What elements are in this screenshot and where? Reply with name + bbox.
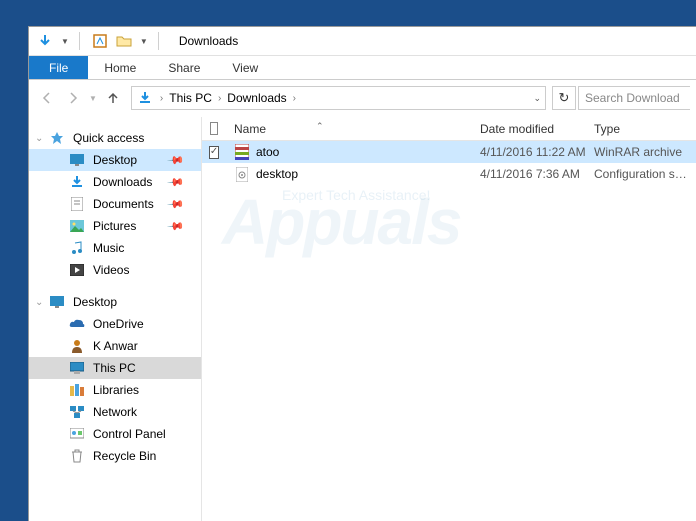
sidebar-item-control-panel[interactable]: Control Panel xyxy=(29,423,201,445)
music-icon xyxy=(69,240,85,256)
breadcrumb-this-pc[interactable]: This PC xyxy=(165,91,216,105)
sidebar-item-videos[interactable]: Videos xyxy=(29,259,201,281)
window-title: Downloads xyxy=(179,34,238,48)
back-button[interactable] xyxy=(35,86,59,110)
ribbon-tabs: File Home Share View xyxy=(29,56,696,80)
sidebar-item-pictures[interactable]: Pictures 📌 xyxy=(29,215,201,237)
sort-indicator-icon: ⌃ xyxy=(316,121,324,132)
sidebar-item-this-pc[interactable]: This PC xyxy=(29,357,201,379)
pin-icon: 📌 xyxy=(167,195,186,214)
address-dropdown-icon[interactable]: ⌄ xyxy=(533,93,541,104)
videos-icon xyxy=(69,262,85,278)
sidebar-item-label: Downloads xyxy=(93,175,152,189)
sidebar-quick-access[interactable]: ⌄ Quick access xyxy=(29,127,201,149)
pin-icon: 📌 xyxy=(167,173,186,192)
recent-locations-icon[interactable]: ▼ xyxy=(89,94,97,103)
chevron-right-icon[interactable]: › xyxy=(158,93,165,104)
properties-icon[interactable] xyxy=(90,31,110,51)
forward-button[interactable] xyxy=(61,86,85,110)
tab-view[interactable]: View xyxy=(216,56,274,79)
column-date[interactable]: Date modified xyxy=(472,122,586,136)
tab-home[interactable]: Home xyxy=(88,56,152,79)
sidebar-item-music[interactable]: Music xyxy=(29,237,201,259)
sidebar-item-label: Libraries xyxy=(93,383,139,397)
sidebar-item-user[interactable]: K Anwar xyxy=(29,335,201,357)
desktop-icon xyxy=(69,152,85,168)
network-icon xyxy=(69,404,85,420)
documents-icon xyxy=(69,196,85,212)
qat-dropdown-icon[interactable]: ▼ xyxy=(61,37,69,46)
tab-share[interactable]: Share xyxy=(152,56,216,79)
qat-customize-icon[interactable]: ▼ xyxy=(140,37,148,46)
refresh-button[interactable]: ↻ xyxy=(552,86,576,110)
sidebar-item-downloads[interactable]: Downloads 📌 xyxy=(29,171,201,193)
sidebar-item-documents[interactable]: Documents 📌 xyxy=(29,193,201,215)
downloads-icon xyxy=(69,174,85,190)
rar-archive-icon xyxy=(234,144,250,160)
sidebar-item-label: Desktop xyxy=(73,295,117,309)
sidebar-item-label: K Anwar xyxy=(93,339,138,353)
navigation-bar: ▼ › This PC › Downloads › ⌄ ↻ Search Dow… xyxy=(29,80,696,116)
sidebar-item-network[interactable]: Network xyxy=(29,401,201,423)
sidebar-item-label: Desktop xyxy=(93,153,137,167)
sidebar-item-libraries[interactable]: Libraries xyxy=(29,379,201,401)
watermark: Expert Tech Assistance!Appuals xyxy=(222,187,460,259)
file-name: atoo xyxy=(256,145,279,159)
tab-file[interactable]: File xyxy=(29,56,88,79)
onedrive-icon xyxy=(69,316,85,332)
file-name: desktop xyxy=(256,167,298,181)
sidebar-item-label: Recycle Bin xyxy=(93,449,156,463)
column-type[interactable]: Type xyxy=(586,122,696,136)
address-bar[interactable]: › This PC › Downloads › ⌄ xyxy=(131,86,546,110)
file-list-pane: Expert Tech Assistance!Appuals Name⌃ Dat… xyxy=(202,117,696,521)
file-row[interactable]: atoo 4/11/2016 11:22 AM WinRAR archive xyxy=(202,141,696,163)
chevron-right-icon[interactable]: › xyxy=(216,93,223,104)
titlebar: ▼ ▼ Downloads xyxy=(29,27,696,56)
select-all-checkbox[interactable] xyxy=(202,122,226,135)
recycle-bin-icon xyxy=(69,448,85,464)
pin-icon: 📌 xyxy=(167,217,186,236)
expand-icon[interactable]: ⌄ xyxy=(35,133,43,144)
sidebar-item-desktop[interactable]: Desktop 📌 xyxy=(29,149,201,171)
ini-file-icon xyxy=(234,166,250,182)
file-date: 4/11/2016 7:36 AM xyxy=(472,167,586,181)
sidebar-item-label: Pictures xyxy=(93,219,136,233)
this-pc-icon xyxy=(69,360,85,376)
new-folder-icon[interactable] xyxy=(114,31,134,51)
file-row[interactable]: desktop 4/11/2016 7:36 AM Configuration … xyxy=(202,163,696,185)
desktop-icon xyxy=(49,294,65,310)
down-arrow-icon[interactable] xyxy=(35,31,55,51)
sidebar-desktop-header[interactable]: ⌄ Desktop xyxy=(29,291,201,313)
sidebar-item-label: Music xyxy=(93,241,124,255)
downloads-folder-icon xyxy=(135,88,155,108)
sidebar-item-label: Control Panel xyxy=(93,427,166,441)
sidebar-item-label: Documents xyxy=(93,197,154,211)
search-input[interactable]: Search Download xyxy=(578,86,690,110)
column-name[interactable]: Name⌃ xyxy=(226,122,472,136)
pictures-icon xyxy=(69,218,85,234)
up-button[interactable] xyxy=(101,86,125,110)
sidebar-item-label: OneDrive xyxy=(93,317,144,331)
control-panel-icon xyxy=(69,426,85,442)
column-headers: Name⌃ Date modified Type xyxy=(202,117,696,141)
breadcrumb-downloads[interactable]: Downloads xyxy=(223,91,290,105)
sidebar-item-onedrive[interactable]: OneDrive xyxy=(29,313,201,335)
user-icon xyxy=(69,338,85,354)
sidebar-item-label: Quick access xyxy=(73,131,144,145)
navigation-pane: ⌄ Quick access Desktop 📌 Downloads 📌 Doc… xyxy=(29,117,202,521)
file-date: 4/11/2016 11:22 AM xyxy=(472,145,586,159)
pin-icon: 📌 xyxy=(167,151,186,170)
sidebar-item-label: Network xyxy=(93,405,137,419)
sidebar-item-label: This PC xyxy=(93,361,136,375)
file-type: WinRAR archive xyxy=(586,145,696,159)
libraries-icon xyxy=(69,382,85,398)
chevron-right-icon[interactable]: › xyxy=(291,93,298,104)
expand-icon[interactable]: ⌄ xyxy=(35,297,43,308)
sidebar-item-label: Videos xyxy=(93,263,129,277)
file-explorer-window: ▼ ▼ Downloads File Home Share View ▼ xyxy=(28,26,696,521)
sidebar-item-recycle-bin[interactable]: Recycle Bin xyxy=(29,445,201,467)
file-type: Configuration sett... xyxy=(586,167,696,181)
star-icon xyxy=(49,130,65,146)
row-checkbox[interactable] xyxy=(202,146,226,159)
